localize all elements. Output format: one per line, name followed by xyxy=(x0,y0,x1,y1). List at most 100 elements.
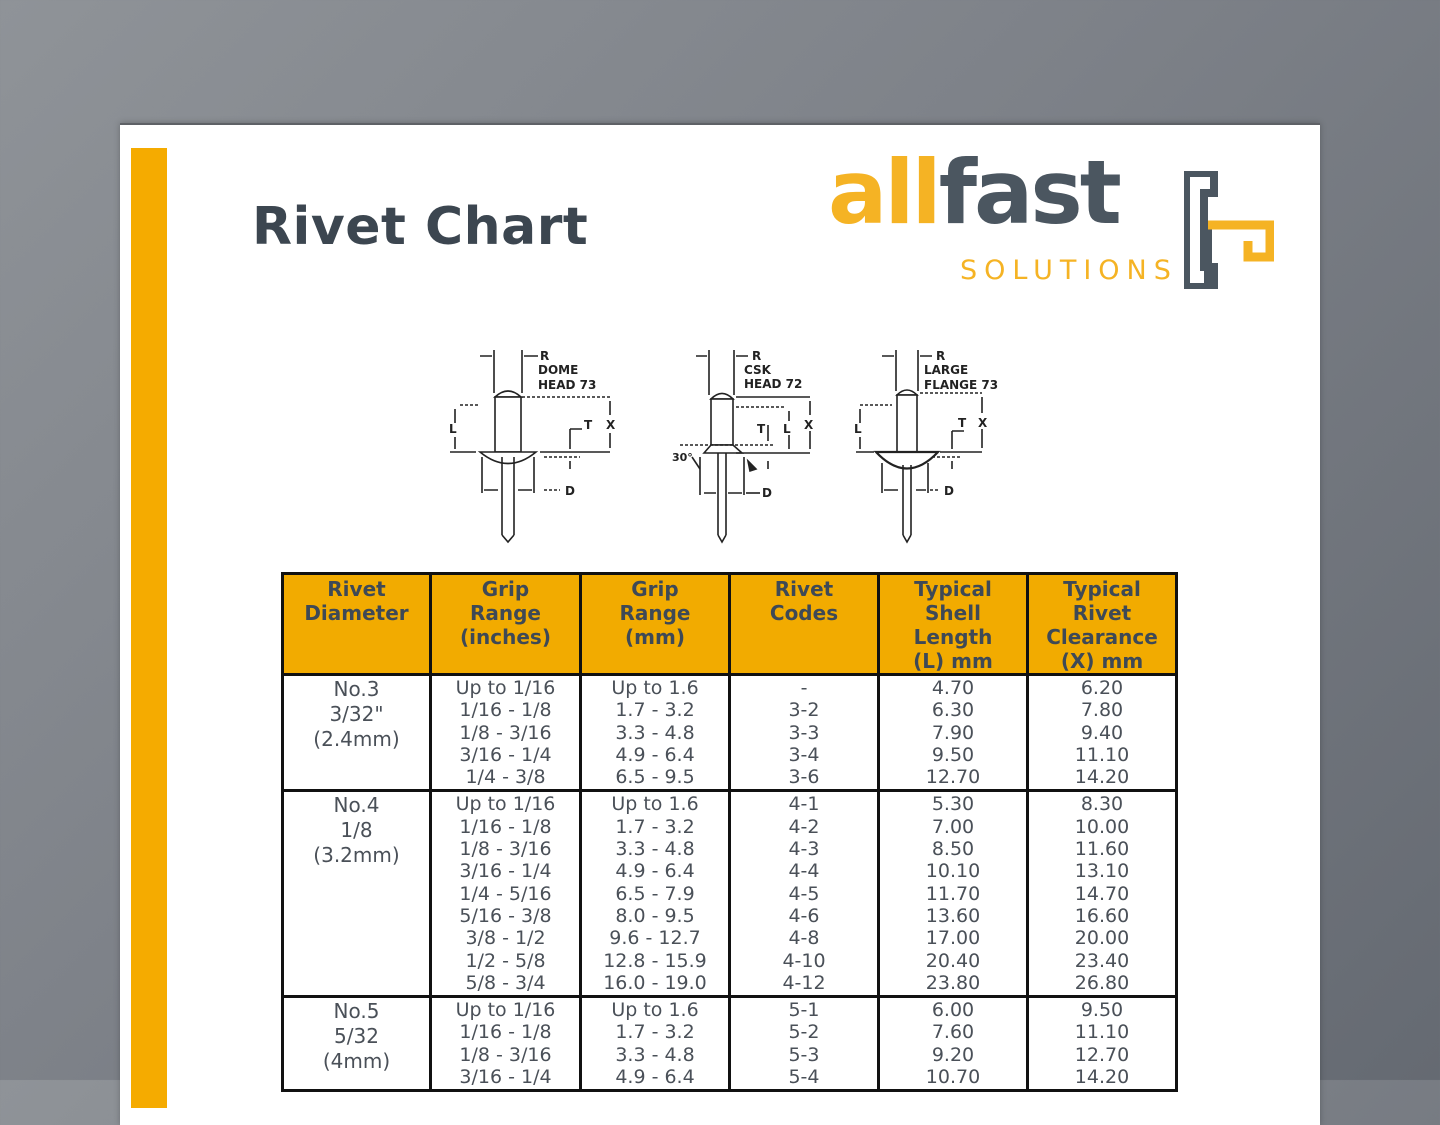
cell-value: 4-8 xyxy=(788,927,820,950)
grip-range-mm-cell: Up to 1.6 1.7 - 3.2 3.3 - 4.8 4.9 - 6.4 6.5 … xyxy=(579,789,731,999)
cell-value: 9.50 xyxy=(931,743,975,766)
cell-value: 23.80 xyxy=(925,971,981,994)
dim-t-label: T xyxy=(757,422,766,436)
cell-value: 9.6 - 12.7 xyxy=(609,927,701,950)
cell-value: 8.50 xyxy=(931,838,975,861)
header-text-line: (X) mm xyxy=(1060,649,1144,673)
cell-value: 4.9 - 6.4 xyxy=(615,743,695,766)
dim-x-label: X xyxy=(804,418,814,432)
cell-value: No.3 xyxy=(333,677,380,701)
cell-value: 3.3 - 4.8 xyxy=(615,838,695,861)
cell-value: 3-3 xyxy=(788,721,820,744)
cell-value: 16.60 xyxy=(1074,904,1130,927)
header-text-line: Grip xyxy=(481,577,530,601)
dim-d-label: D xyxy=(762,486,772,500)
cell-value: 8.0 - 9.5 xyxy=(615,904,695,927)
header-text-line: (mm) xyxy=(625,625,685,649)
dim-r-label: R xyxy=(936,349,945,363)
cell-value: 8.30 xyxy=(1080,793,1124,816)
rivet-diagrams: R DOME HEAD 73 L T X D R CSK HEAD 72 T L… xyxy=(440,345,1020,545)
dim-r-label: R xyxy=(540,349,549,363)
rivet-clearance-cell: 6.20 7.80 9.40 11.10 14.20 xyxy=(1026,672,1178,793)
logo-mark-icon xyxy=(1184,171,1274,289)
cell-value: 5/8 - 3/4 xyxy=(465,971,546,994)
cell-value: 5/16 - 3/8 xyxy=(459,904,552,927)
diagram-label-line1: CSK xyxy=(744,363,772,377)
logo-subtitle: SOLUTIONS xyxy=(960,255,1178,286)
cell-value: 4-3 xyxy=(788,838,820,861)
cell-value: 1/8 xyxy=(340,818,373,843)
cell-value: 1/2 - 5/8 xyxy=(465,949,546,972)
cell-value: 3/8 - 1/2 xyxy=(465,927,546,950)
cell-value: 11.60 xyxy=(1074,838,1130,861)
cell-value: 1/8 - 3/16 xyxy=(459,838,552,861)
cell-value: 11.70 xyxy=(925,882,981,905)
cell-value: 4.9 - 6.4 xyxy=(615,1066,695,1089)
diagram-label-line1: DOME xyxy=(538,363,578,377)
cell-value: 3-4 xyxy=(788,743,820,766)
header-rivet-diameter: Rivet Diameter xyxy=(281,572,432,676)
cell-value: 11.10 xyxy=(1074,1021,1130,1044)
dim-l-label: L xyxy=(783,422,791,436)
cell-value: 3/32" xyxy=(329,702,384,726)
rivet-codes-cell: 5-1 5-2 5-3 5-4 xyxy=(728,995,880,1093)
header-grip-range-mm: Grip Range (mm) xyxy=(579,572,731,676)
cell-value: 13.10 xyxy=(1074,860,1130,883)
rivet-chart-table: Rivet Diameter Grip Range (inches) Grip Range(… xyxy=(281,572,1178,1093)
shell-length-cell: 5.30 7.00 8.50 10.10 11.70 13.60 17.00 20.40 23.… xyxy=(877,789,1029,999)
dim-r-label: R xyxy=(752,349,761,363)
dim-t-label: T xyxy=(958,416,967,430)
diagram-dome-head: R DOME HEAD 73 L T X D xyxy=(440,345,630,549)
rivet-codes-cell: 4-1 4-2 4-3 4-4 4-5 4-6 4-8 4-10 4-12 xyxy=(728,789,880,999)
diagram-label-line2: FLANGE 73 xyxy=(924,378,998,392)
cell-value: - xyxy=(800,677,808,699)
document-page: Rivet Chart allfast SOLUTIONS R DOME HEA… xyxy=(120,123,1320,1125)
cell-value: 1/4 - 5/16 xyxy=(459,882,552,905)
cell-value: 20.00 xyxy=(1074,927,1130,950)
cell-value: 4.9 - 6.4 xyxy=(615,860,695,883)
rivet-clearance-cell: 9.50 11.10 12.70 14.20 xyxy=(1026,995,1178,1093)
cell-value: 3/16 - 1/4 xyxy=(459,1066,552,1089)
cell-value: 3.3 - 4.8 xyxy=(615,721,695,744)
cell-value: 3-2 xyxy=(788,699,820,722)
cell-value: 14.70 xyxy=(1074,882,1130,905)
rivet-diameter-cell: No.3 3/32" (2.4mm) xyxy=(281,672,432,793)
header-text-line: Rivet xyxy=(327,577,386,601)
dim-x-label: X xyxy=(606,418,616,432)
cell-value: 6.30 xyxy=(931,699,975,722)
cell-value: 12.8 - 15.9 xyxy=(603,949,707,972)
dim-l-label: L xyxy=(854,422,862,436)
cell-value: 1/16 - 1/8 xyxy=(459,1021,552,1044)
grip-range-mm-cell: Up to 1.6 1.7 - 3.2 3.3 - 4.8 4.9 - 6.4 xyxy=(579,995,731,1093)
cell-value: 6.5 - 9.5 xyxy=(615,766,695,789)
cell-value: Up to 1.6 xyxy=(611,999,699,1022)
header-text-line: Diameter xyxy=(304,601,409,625)
diagram-csk-head: R CSK HEAD 72 T L X 30° D xyxy=(656,345,836,549)
cell-value: 6.20 xyxy=(1080,677,1124,699)
allfast-logo: allfast SOLUTIONS xyxy=(828,149,1274,292)
header-text-line: Rivet xyxy=(774,577,834,601)
table-row: No.5 5/32 (4mm) Up to 1/16 1/16 - 1/8 1/8 - 3… xyxy=(281,995,1178,1093)
table-row: No.4 1/8 (3.2mm) Up to 1/16 1/16 - 1/8 1/8 - … xyxy=(281,789,1178,999)
cell-value: Up to 1/16 xyxy=(455,793,556,816)
cell-value: (3.2mm) xyxy=(313,843,400,868)
cell-value: 12.70 xyxy=(1074,1043,1130,1066)
angle-label: 30° xyxy=(672,451,693,464)
cell-value: Up to 1.6 xyxy=(611,677,699,699)
cell-value: 26.80 xyxy=(1074,971,1130,994)
cell-value: 16.0 - 19.0 xyxy=(603,971,707,994)
cell-value: 5-2 xyxy=(788,1021,820,1044)
header-shell-length: Typical Shell Length (L) mm xyxy=(877,572,1029,676)
cell-value: (2.4mm) xyxy=(313,727,400,751)
diagram-large-flange: R LARGE FLANGE 73 L T X D xyxy=(848,345,1018,549)
dim-x-label: X xyxy=(978,416,988,430)
diagram-label-line2: HEAD 73 xyxy=(538,378,596,392)
cell-value: 6.00 xyxy=(931,999,975,1022)
cell-value: 9.50 xyxy=(1080,999,1124,1022)
header-text-line: Typical xyxy=(914,577,992,601)
cell-value: 1/16 - 1/8 xyxy=(459,699,552,722)
diagram-label-line2: HEAD 72 xyxy=(744,377,802,391)
grip-range-mm-cell: Up to 1.6 1.7 - 3.2 3.3 - 4.8 4.9 - 6.4 6.5 … xyxy=(579,672,731,793)
grip-range-inches-cell: Up to 1/16 1/16 - 1/8 1/8 - 3/16 3/16 - 1/4… xyxy=(429,789,582,999)
cell-value: 11.10 xyxy=(1074,743,1130,766)
